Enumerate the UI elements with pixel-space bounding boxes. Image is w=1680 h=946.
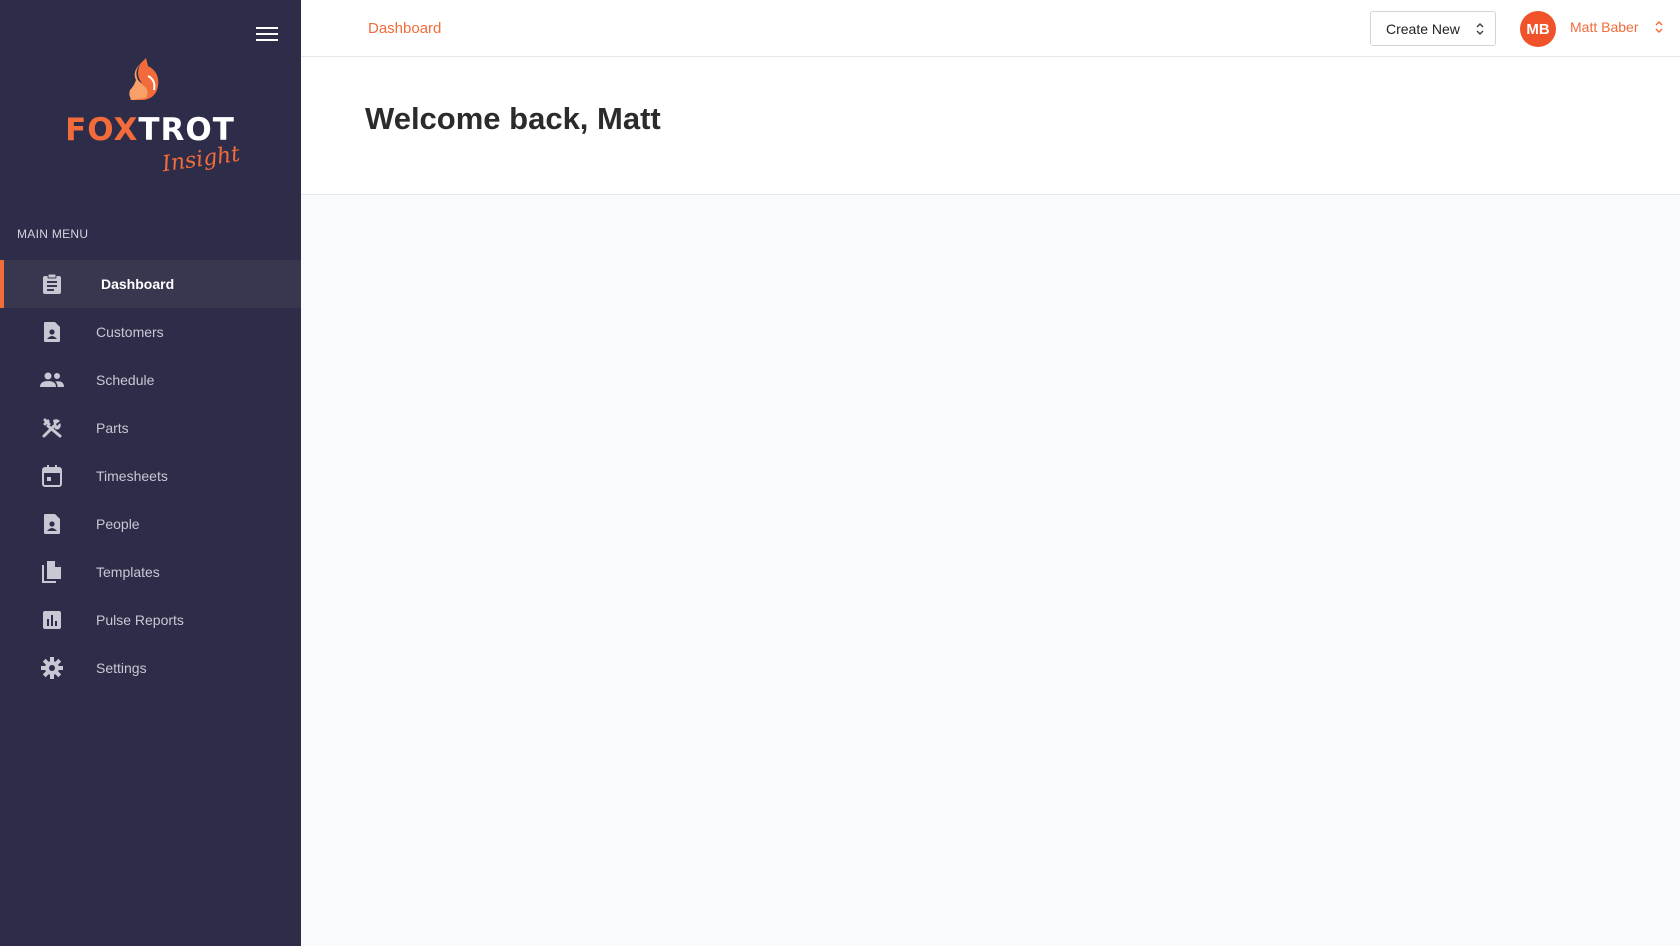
contact-file-icon xyxy=(40,320,64,344)
sidebar-item-settings[interactable]: Settings xyxy=(0,644,301,692)
calendar-icon xyxy=(40,464,64,488)
gear-icon xyxy=(40,656,64,680)
sidebar-item-templates[interactable]: Templates xyxy=(0,548,301,596)
sidebar-item-parts[interactable]: Parts xyxy=(0,404,301,452)
sidebar-item-label: Pulse Reports xyxy=(96,612,184,628)
sidebar: FOXTROT Insight MAIN MENU Dashboard Cust… xyxy=(0,0,301,946)
sidebar-item-schedule[interactable]: Schedule xyxy=(0,356,301,404)
foxtrot-logo: FOXTROT Insight xyxy=(60,56,242,186)
hamburger-menu-icon[interactable] xyxy=(253,24,281,44)
contact-file-icon xyxy=(40,512,64,536)
sidebar-item-dashboard[interactable]: Dashboard xyxy=(0,260,301,308)
sidebar-item-label: Parts xyxy=(96,420,129,436)
page-header: Welcome back, Matt xyxy=(301,57,1680,195)
top-bar: Dashboard Create New MB Matt Baber xyxy=(301,0,1680,57)
sidebar-nav: Dashboard Customers Schedule Parts Times… xyxy=(0,260,301,692)
main-menu-heading: MAIN MENU xyxy=(17,227,89,241)
sidebar-item-people[interactable]: People xyxy=(0,500,301,548)
create-new-label: Create New xyxy=(1386,20,1460,37)
copy-files-icon xyxy=(40,560,64,584)
tools-icon xyxy=(40,416,64,440)
sidebar-item-label: Customers xyxy=(96,324,164,340)
bar-chart-icon xyxy=(40,608,64,632)
clipboard-icon xyxy=(40,272,64,296)
sidebar-item-label: Schedule xyxy=(96,372,155,388)
fox-logo-icon xyxy=(129,58,159,100)
people-icon xyxy=(40,368,64,392)
chevron-up-down-icon[interactable] xyxy=(1654,18,1664,41)
sidebar-item-label: Templates xyxy=(96,564,160,580)
sidebar-item-label: Settings xyxy=(96,660,147,676)
breadcrumb[interactable]: Dashboard xyxy=(368,20,441,37)
brand-wordmark: FOXTROT xyxy=(65,112,235,148)
sidebar-item-pulse-reports[interactable]: Pulse Reports xyxy=(0,596,301,644)
sidebar-item-label: Timesheets xyxy=(96,468,168,484)
avatar[interactable]: MB xyxy=(1520,11,1556,47)
sidebar-item-label: People xyxy=(96,516,140,532)
sidebar-item-label: Dashboard xyxy=(101,276,175,292)
user-name[interactable]: Matt Baber xyxy=(1570,19,1638,35)
page-title: Welcome back, Matt xyxy=(365,101,661,136)
create-new-button[interactable]: Create New xyxy=(1370,11,1496,46)
main-content xyxy=(301,195,1680,946)
sidebar-item-timesheets[interactable]: Timesheets xyxy=(0,452,301,500)
sidebar-item-customers[interactable]: Customers xyxy=(0,308,301,356)
chevron-up-down-icon xyxy=(1475,21,1485,40)
